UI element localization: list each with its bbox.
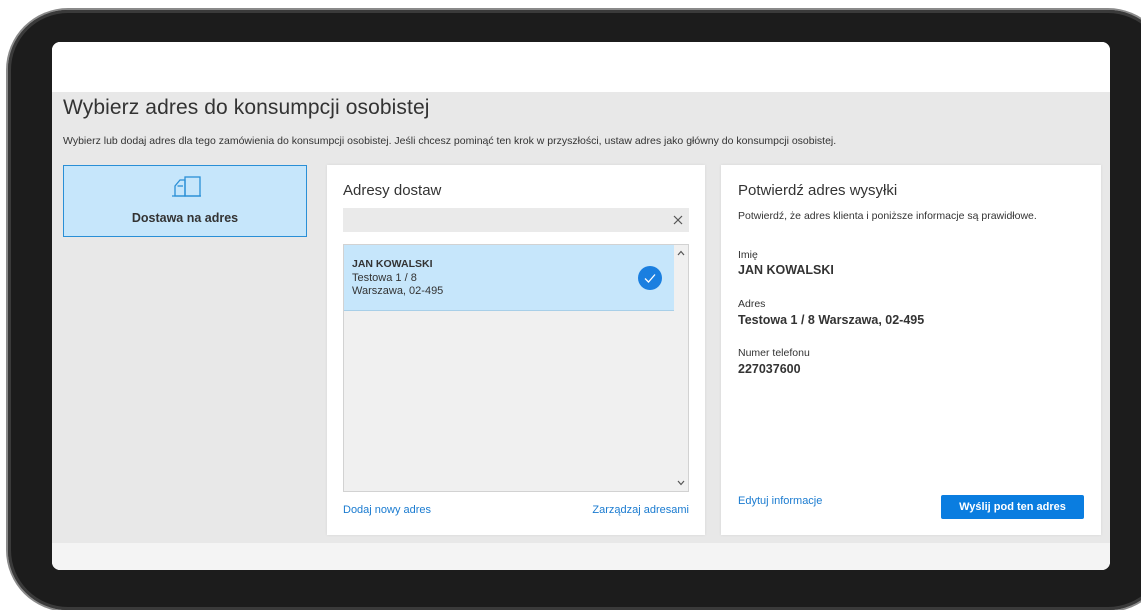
address-city: Warszawa, 02-495 [352, 285, 444, 297]
address-search-input[interactable] [343, 208, 689, 232]
phone-value: 227037600 [738, 362, 801, 376]
edit-info-link[interactable]: Edytuj informacje [738, 495, 822, 507]
confirm-panel-description: Potwierdź, że adres klienta i poniższe i… [738, 210, 1037, 222]
addresses-panel-title: Adresy dostaw [343, 182, 442, 199]
addresses-panel: Adresy dostaw JAN KOWALSKI Testowa 1 / 8… [327, 165, 705, 535]
chevron-up-icon[interactable] [674, 247, 688, 259]
phone-label: Numer telefonu [738, 347, 810, 359]
top-bar [52, 42, 1110, 92]
send-to-address-button[interactable]: Wyślij pod ten adres [941, 495, 1084, 519]
confirm-address-panel: Potwierdź adres wysyłki Potwierdź, że ad… [721, 165, 1101, 535]
address-list-item[interactable]: JAN KOWALSKI Testowa 1 / 8 Warszawa, 02-… [344, 245, 674, 311]
address-list-scrollbar[interactable] [674, 245, 688, 491]
address-street: Testowa 1 / 8 [352, 272, 417, 284]
address-label: Adres [738, 298, 766, 310]
address-value: Testowa 1 / 8 Warszawa, 02-495 [738, 313, 925, 327]
address-list: JAN KOWALSKI Testowa 1 / 8 Warszawa, 02-… [343, 244, 689, 492]
name-value: JAN KOWALSKI [738, 263, 834, 277]
page-description: Wybierz lub dodaj adres dla tego zamówie… [63, 135, 837, 147]
page-title: Wybierz adres do konsumpcji osobistej [63, 96, 430, 119]
app-screen: Wybierz adres do konsumpcji osobistej Wy… [52, 42, 1110, 570]
confirm-panel-title: Potwierdź adres wysyłki [738, 182, 898, 199]
clear-search-icon[interactable] [671, 213, 685, 227]
bottom-bar [52, 543, 1110, 570]
name-label: Imię [738, 249, 758, 261]
address-name: JAN KOWALSKI [352, 258, 433, 270]
main-content: Wybierz adres do konsumpcji osobistej Wy… [52, 92, 1110, 543]
chevron-down-icon[interactable] [674, 477, 688, 489]
delivery-option-label: Dostawa na adres [131, 211, 239, 225]
manage-addresses-link[interactable]: Zarządzaj adresami [592, 504, 689, 516]
delivery-truck-icon [172, 176, 201, 197]
selected-check-icon [638, 266, 662, 290]
add-address-link[interactable]: Dodaj nowy adres [343, 504, 431, 516]
delivery-option-card[interactable]: Dostawa na adres [63, 165, 307, 237]
